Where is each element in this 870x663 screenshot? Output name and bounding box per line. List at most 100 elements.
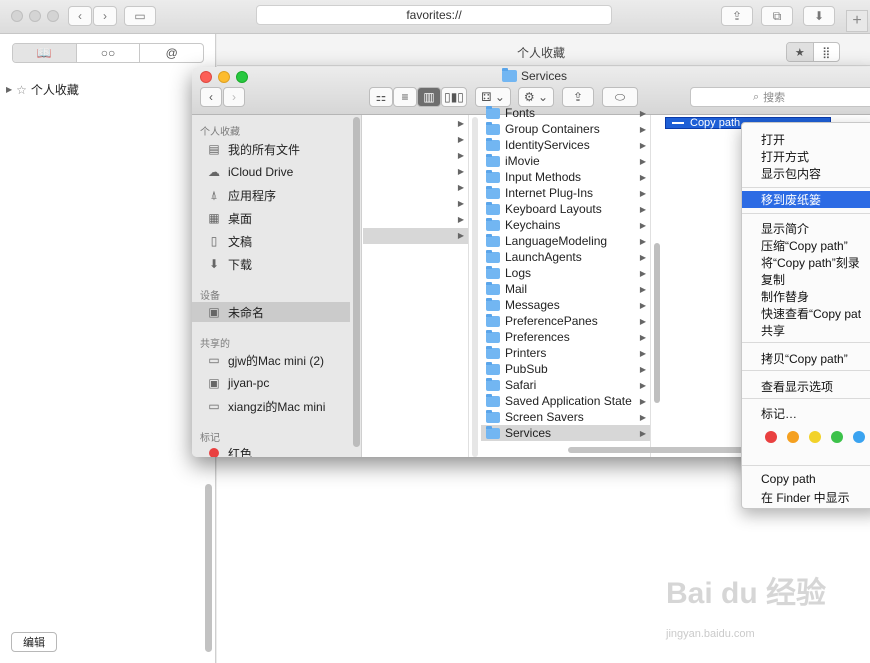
menu-item-show-in-finder[interactable]: 在 Finder 中显示 <box>761 489 850 506</box>
list-item[interactable]: Fonts ▶ <box>481 105 650 121</box>
sidebar-item-shared-jiyan[interactable]: ▣ jiyan-pc <box>206 373 269 393</box>
sidebar-scrollbar[interactable] <box>353 117 360 447</box>
menu-item-quick-look[interactable]: 快速查看“Copy pat <box>761 305 861 322</box>
finder-search-field[interactable]: ⌕ 搜索 <box>690 87 870 107</box>
tag-blue-button[interactable] <box>853 431 865 443</box>
list-view-button[interactable]: ≡ <box>393 87 417 107</box>
list-item[interactable]: Mail ▶ <box>481 281 650 297</box>
finder-back-button[interactable]: ‹ <box>200 87 222 107</box>
list-item[interactable]: PreferencePanes ▶ <box>481 313 650 329</box>
finder-minimize-button[interactable] <box>218 71 230 83</box>
icon-view-button[interactable]: ⚏ <box>369 87 393 107</box>
minimize-window-button[interactable] <box>29 10 41 22</box>
menu-item-get-info[interactable]: 显示简介 <box>761 220 809 237</box>
list-item[interactable]: LanguageModeling ▶ <box>481 233 650 249</box>
finder-close-button[interactable] <box>200 71 212 83</box>
finder-forward-button[interactable]: › <box>223 87 245 107</box>
list-item[interactable]: LaunchAgents ▶ <box>481 249 650 265</box>
back-button[interactable]: ‹ <box>68 6 92 26</box>
tag-orange-button[interactable] <box>787 431 799 443</box>
grid-view-button[interactable]: ⣿ <box>814 43 840 61</box>
column-2-scrollbar[interactable] <box>654 243 660 403</box>
list-item[interactable]: Logs ▶ <box>481 265 650 281</box>
list-item[interactable]: IdentityServices ▶ <box>481 137 650 153</box>
coverflow-view-button[interactable]: ▯▮▯ <box>441 87 467 107</box>
tags-button[interactable]: ⬭ <box>602 87 638 107</box>
column-view-button[interactable]: ▥ <box>417 87 441 107</box>
menu-item-open[interactable]: 打开 <box>761 131 785 148</box>
tab-reading-list[interactable]: ○○ <box>77 44 141 62</box>
list-item[interactable]: Screen Savers ▶ <box>481 409 650 425</box>
sidebar-item-all-files[interactable]: ▤ 我的所有文件 <box>206 139 300 159</box>
list-item[interactable]: Keychains ▶ <box>481 217 650 233</box>
sidebar-scrollbar[interactable] <box>205 484 212 652</box>
edit-button[interactable]: 编辑 <box>11 632 57 652</box>
finder-share-button[interactable]: ⇪ <box>562 87 594 107</box>
sidebar-item-downloads[interactable]: ⬇ 下载 <box>206 254 252 274</box>
sidebar-icon: ▭ <box>134 9 146 23</box>
chevron-right-icon: ▶ <box>639 380 646 390</box>
disclosure-triangle-icon[interactable]: ▶ <box>6 85 12 94</box>
list-item[interactable]: Saved Application State ▶ <box>481 393 650 409</box>
menu-item-share[interactable]: 共享 <box>761 322 785 339</box>
sidebar-item-shared-xiangzi[interactable]: ▭ xiangzi的Mac mini <box>206 396 325 416</box>
tag-red-button[interactable] <box>765 431 777 443</box>
list-item[interactable]: Internet Plug-Ins ▶ <box>481 185 650 201</box>
list-item[interactable]: Keyboard Layouts ▶ <box>481 201 650 217</box>
tab-bookmarks[interactable]: 📖 <box>13 44 77 62</box>
list-item[interactable]: Safari ▶ <box>481 377 650 393</box>
action-button[interactable]: ⚙ ⌄ <box>518 87 554 107</box>
book-icon: 📖 <box>36 46 52 60</box>
baidu-watermark-url: jingyan.baidu.com <box>666 628 755 640</box>
list-item-selected[interactable]: Services ▶ <box>481 425 650 441</box>
address-bar[interactable]: favorites:// <box>256 5 612 25</box>
sidebar-item-untitled-disk[interactable]: ▣ 未命名 <box>192 302 350 322</box>
menu-item-move-to-trash[interactable]: 移到废纸篓 <box>742 191 870 208</box>
zoom-window-button[interactable] <box>47 10 59 22</box>
folder-name: IdentityServices <box>505 138 590 152</box>
list-item[interactable]: Printers ▶ <box>481 345 650 361</box>
menu-item-tags[interactable]: 标记… <box>761 405 797 422</box>
forward-button[interactable]: › <box>93 6 117 26</box>
column-row-selected[interactable]: ▶ <box>363 228 468 244</box>
sidebar-toggle-button[interactable]: ▭ <box>124 6 156 26</box>
star-view-button[interactable]: ★ <box>787 43 814 61</box>
arrange-button[interactable]: ⚃ ⌄ <box>475 87 511 107</box>
tag-yellow-button[interactable] <box>809 431 821 443</box>
menu-item-compress[interactable]: 压缩“Copy path” <box>761 237 848 254</box>
list-item[interactable]: PubSub ▶ <box>481 361 650 377</box>
menu-item-burn[interactable]: 将“Copy path”刻录 <box>761 254 860 271</box>
menu-item-copy[interactable]: 拷贝“Copy path” <box>761 350 848 367</box>
bookmark-folder-favorites[interactable]: ▶ ☆ 个人收藏 <box>6 81 79 98</box>
new-tab-button[interactable]: + <box>846 10 868 32</box>
bookmark-folder-label: 个人收藏 <box>30 83 79 97</box>
sidebar-item-documents[interactable]: ▯ 文稿 <box>206 231 252 251</box>
close-window-button[interactable] <box>11 10 23 22</box>
sidebar-item-desktop[interactable]: ▦ 桌面 <box>206 208 252 228</box>
menu-item-make-alias[interactable]: 制作替身 <box>761 288 809 305</box>
list-item[interactable]: Messages ▶ <box>481 297 650 313</box>
list-item[interactable]: Preferences ▶ <box>481 329 650 345</box>
finder-zoom-button[interactable] <box>236 71 248 83</box>
menu-item-view-options[interactable]: 查看显示选项 <box>761 378 833 395</box>
menu-item-show-package[interactable]: 显示包内容 <box>761 165 821 182</box>
menu-item-duplicate[interactable]: 复制 <box>761 271 785 288</box>
share-button[interactable]: ⇪ <box>721 6 753 26</box>
tabs-overview-button[interactable]: ⧉ <box>761 6 793 26</box>
column-1-scrollbar[interactable] <box>472 117 478 457</box>
tab-shared-links[interactable]: @ <box>140 44 203 62</box>
tag-green-button[interactable] <box>831 431 843 443</box>
sidebar-item-shared-gjw[interactable]: ▭ gjw的Mac mini (2) <box>206 350 324 370</box>
chevron-right-icon: ▶ <box>639 188 646 198</box>
sidebar-item-label: 下载 <box>228 257 253 272</box>
folder-name: PubSub <box>505 362 548 376</box>
list-item[interactable]: iMovie ▶ <box>481 153 650 169</box>
sidebar-item-icloud[interactable]: ☁ iCloud Drive <box>206 162 293 182</box>
sidebar-item-tag-red[interactable]: 红色 <box>206 443 252 457</box>
downloads-button[interactable]: ⬇ <box>803 6 835 26</box>
sidebar-item-applications[interactable]: ⍋ 应用程序 <box>206 185 276 205</box>
list-item[interactable]: Group Containers ▶ <box>481 121 650 137</box>
list-item[interactable]: Input Methods ▶ <box>481 169 650 185</box>
menu-item-open-with[interactable]: 打开方式 <box>761 148 809 165</box>
menu-item-service-copy-path[interactable]: Copy path <box>761 472 816 486</box>
